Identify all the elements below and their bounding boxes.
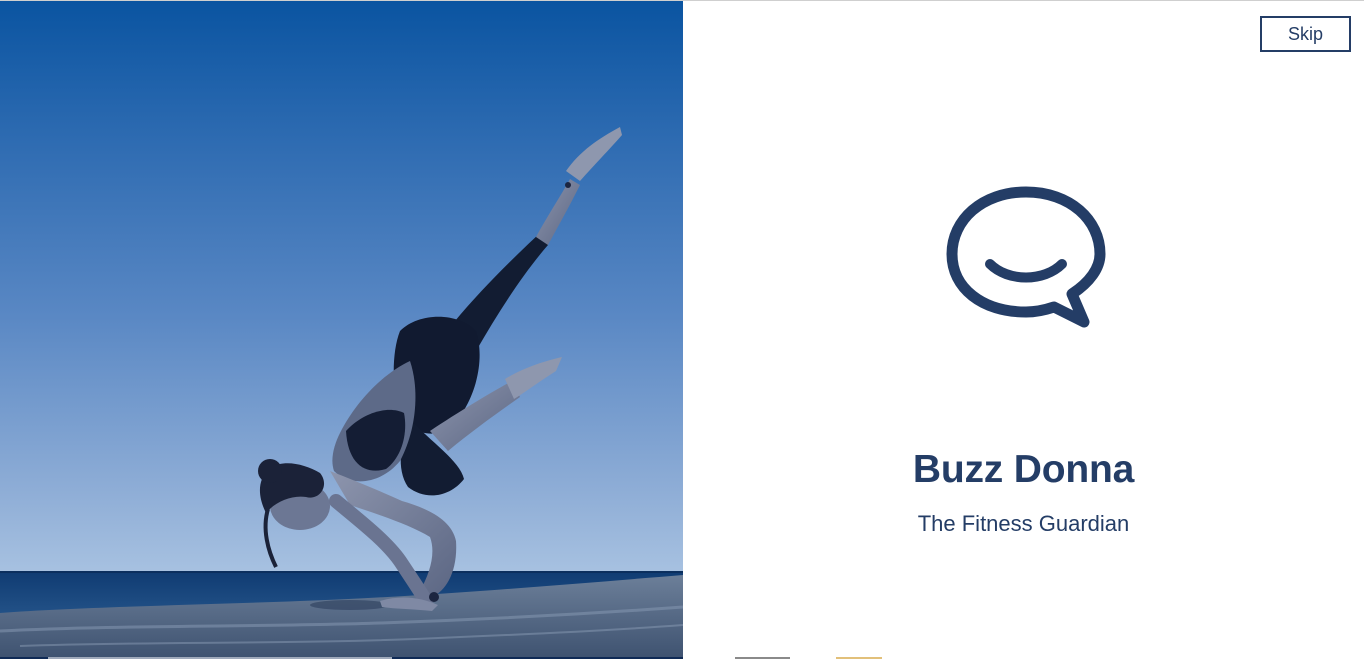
- skip-button[interactable]: Skip: [1260, 16, 1351, 52]
- chat-bubble-smile-icon: [946, 184, 1106, 332]
- hero-image-yoga-pose: [0, 1, 683, 659]
- app-tagline: The Fitness Guardian: [917, 511, 1130, 536]
- hero-illustration: [0, 1, 683, 659]
- welcome-panel: Skip Buzz Donna The Fitness Guardian: [683, 1, 1364, 659]
- onboarding-screen: Skip Buzz Donna The Fitness Guardian: [0, 0, 1364, 659]
- app-name: Buzz Donna: [912, 448, 1135, 491]
